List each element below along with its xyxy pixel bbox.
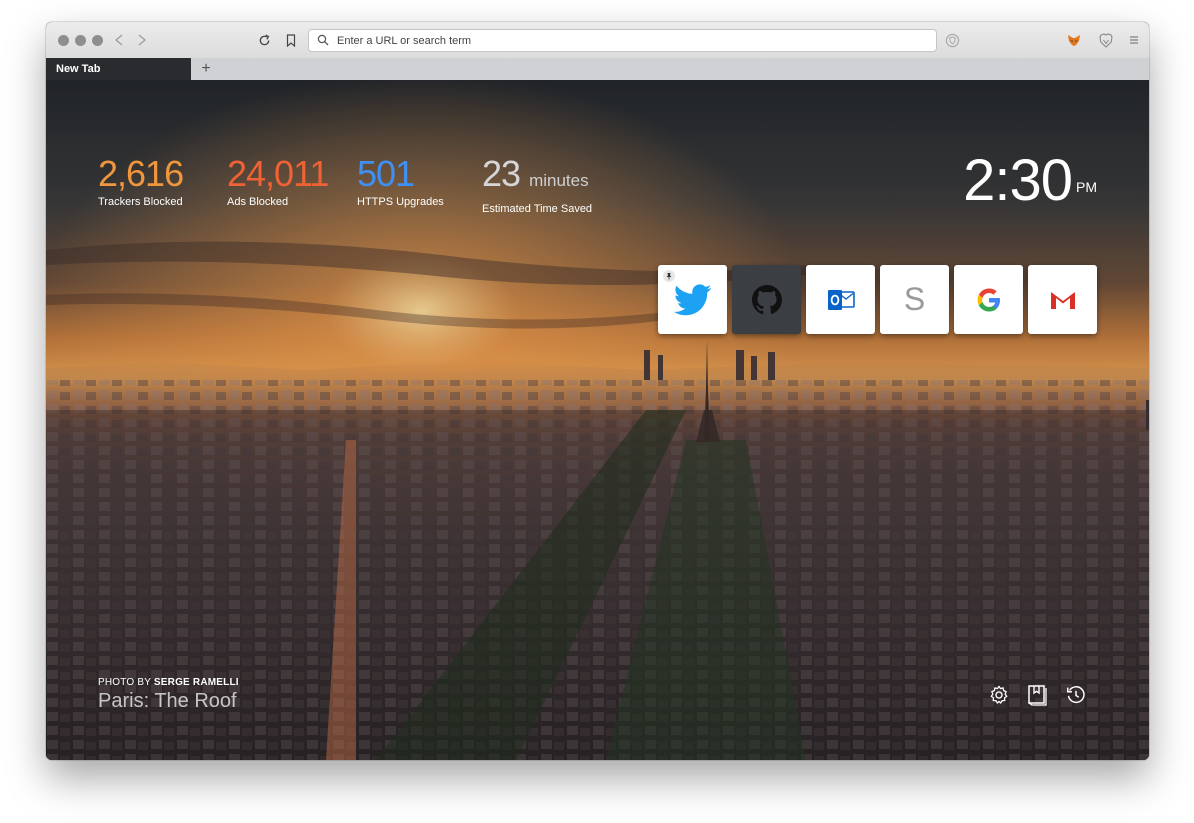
brave-shield-icon <box>945 33 959 47</box>
history-button[interactable] <box>1064 683 1088 707</box>
fox-icon <box>1068 34 1080 46</box>
google-icon <box>977 288 1000 311</box>
bookmark-icon <box>286 33 296 47</box>
ads-blocked-count: 24,011 <box>227 153 329 194</box>
tab-strip: New Tab + <box>46 58 1149 80</box>
forward-button[interactable] <box>132 30 152 50</box>
gmail-icon <box>1050 291 1075 309</box>
photo-author[interactable]: SERGE RAMELLI <box>154 677 239 688</box>
top-site-github[interactable] <box>732 265 801 334</box>
photo-credit: PHOTO BY SERGE RAMELLI Paris: The Roof <box>98 677 239 713</box>
stat-time-saved: 23 minutes Estimated Time Saved <box>482 153 593 216</box>
github-icon <box>751 284 782 314</box>
time-saved-unit: minutes <box>529 171 589 190</box>
bookmark-button[interactable] <box>281 30 301 50</box>
history-icon <box>1067 686 1085 704</box>
metamask-extension-button[interactable] <box>1064 30 1084 50</box>
clock-time: 2:30 <box>963 148 1073 213</box>
ads-blocked-label: Ads Blocked <box>227 196 289 208</box>
stat-trackers-blocked: 2,616 Trackers Blocked <box>98 153 184 209</box>
top-site-gmail[interactable] <box>1028 265 1097 334</box>
top-site-google[interactable] <box>954 265 1023 334</box>
https-upgrades-label: HTTPS Upgrades <box>357 196 444 208</box>
hamburger-menu-icon <box>1130 36 1138 44</box>
settings-icon <box>990 685 1008 704</box>
photo-title: Paris: The Roof <box>98 690 237 712</box>
settings-button[interactable] <box>987 683 1011 707</box>
top-site-s[interactable]: S <box>880 265 949 334</box>
time-saved-label: Estimated Time Saved <box>482 203 593 215</box>
search-icon <box>317 34 329 46</box>
photo-credit-prefix: PHOTO BY <box>98 677 151 688</box>
new-tab-page: 2,616 Trackers Blocked 24,011 Ads Blocke… <box>46 80 1149 760</box>
close-window-button[interactable] <box>58 35 69 46</box>
outlook-icon <box>827 289 855 310</box>
tab-label: New Tab <box>56 63 101 75</box>
back-button[interactable] <box>109 30 129 50</box>
back-arrow-icon <box>115 34 123 46</box>
browser-toolbar <box>46 22 1149 59</box>
twitter-icon <box>673 283 711 315</box>
brave-shields-button[interactable] <box>942 30 962 50</box>
trackers-blocked-count: 2,616 <box>98 153 184 194</box>
tab-new-tab[interactable]: New Tab <box>46 58 191 80</box>
stat-https-upgrades: 501 HTTPS Upgrades <box>357 153 444 209</box>
bookmarks-icon <box>1028 685 1047 706</box>
new-tab-button[interactable]: + <box>196 58 216 80</box>
menu-button[interactable] <box>1124 30 1144 50</box>
reload-button[interactable] <box>254 30 274 50</box>
brave-rewards-button[interactable] <box>1096 30 1116 50</box>
top-site-twitter[interactable] <box>658 265 727 334</box>
minimize-window-button[interactable] <box>75 35 86 46</box>
url-input[interactable] <box>335 31 929 51</box>
bookmarks-button[interactable] <box>1025 683 1049 707</box>
stat-ads-blocked: 24,011 Ads Blocked <box>227 153 329 209</box>
zoom-window-button[interactable] <box>92 35 103 46</box>
clock: 2:30 PM <box>963 152 1097 210</box>
https-upgrades-count: 501 <box>357 153 415 194</box>
top-site-outlook[interactable] <box>806 265 875 334</box>
brave-lion-icon <box>1099 32 1113 48</box>
browser-window: New Tab + <box>46 22 1149 760</box>
reload-icon <box>259 34 269 45</box>
trackers-blocked-label: Trackers Blocked <box>98 196 183 208</box>
plus-icon: + <box>201 60 211 77</box>
clock-ampm: PM <box>1076 179 1097 195</box>
pin-icon[interactable] <box>663 270 675 282</box>
time-saved-count: 23 <box>482 153 521 194</box>
s-icon: S <box>903 281 926 317</box>
forward-arrow-icon <box>138 34 146 46</box>
url-bar[interactable] <box>308 29 937 52</box>
